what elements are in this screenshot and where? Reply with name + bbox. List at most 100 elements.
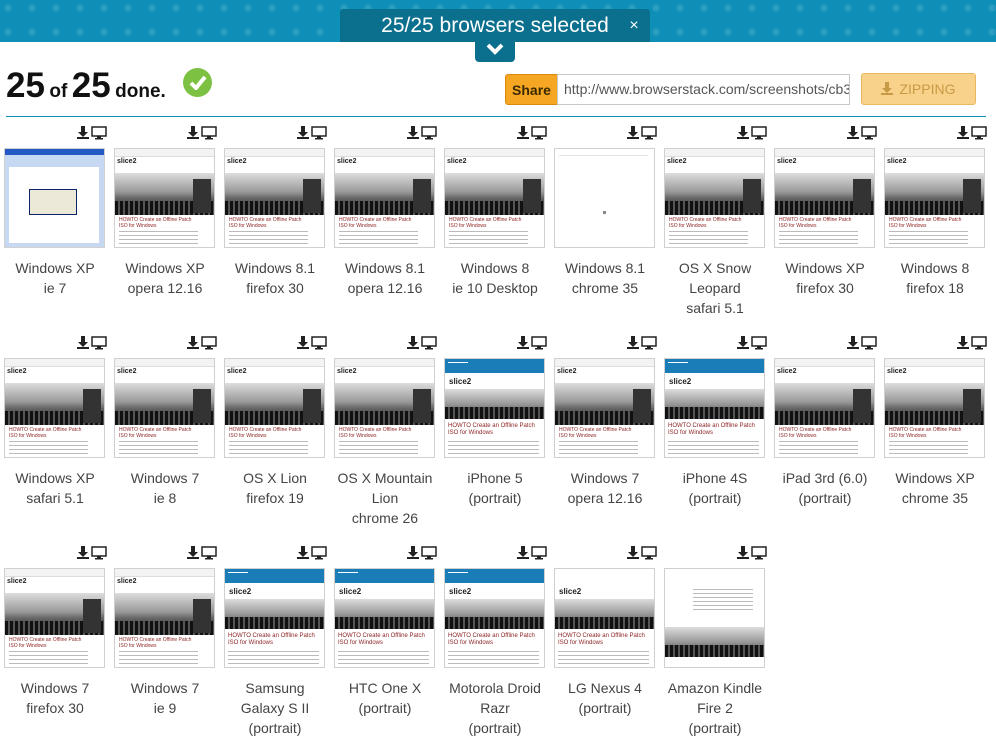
download-icon[interactable] — [187, 126, 199, 144]
monitor-icon[interactable] — [641, 546, 657, 565]
monitor-icon[interactable] — [751, 546, 767, 565]
download-icon[interactable] — [517, 546, 529, 564]
expand-toggle[interactable] — [475, 38, 515, 62]
monitor-icon[interactable] — [531, 336, 547, 355]
monitor-icon[interactable] — [421, 126, 437, 145]
download-icon[interactable] — [627, 336, 639, 354]
download-icon[interactable] — [957, 336, 969, 354]
screenshot-thumbnail[interactable]: slice2 HOWTO Create an Offline Patch ISO … — [444, 358, 545, 458]
monitor-icon[interactable] — [861, 126, 877, 145]
browser-label: Windows 7 ie 9 — [110, 678, 220, 718]
download-icon[interactable] — [407, 336, 419, 354]
screenshot-thumbnail[interactable] — [554, 148, 655, 248]
download-icon[interactable] — [407, 126, 419, 144]
browser-label-line1: Windows 8.1 — [564, 260, 646, 276]
thumb-logo: slice2 — [777, 368, 797, 375]
download-icon[interactable] — [297, 336, 309, 354]
download-icon[interactable] — [847, 336, 859, 354]
monitor-icon[interactable] — [311, 126, 327, 145]
zipping-button[interactable]: ZIPPING — [861, 73, 976, 105]
tile-controls — [405, 546, 437, 562]
screenshot-thumbnail[interactable]: slice2 HOWTO Create an Offline Patch ISO … — [224, 568, 325, 668]
share-url-field[interactable]: http://www.browserstack.com/screenshots/… — [557, 74, 850, 105]
download-icon[interactable] — [737, 126, 749, 144]
screenshot-thumbnail[interactable]: slice2 HOWTO Create an Offline Patch ISO … — [884, 358, 985, 458]
thumb-logo: slice2 — [887, 368, 907, 375]
screenshot-thumbnail[interactable]: slice2 HOWTO Create an Offline Patch ISO … — [4, 358, 105, 458]
screenshot-thumbnail[interactable]: slice2 HOWTO Create an Offline Patch ISO … — [554, 358, 655, 458]
download-icon[interactable] — [627, 126, 639, 144]
screenshot-thumbnail[interactable]: slice2 HOWTO Create an Offline Patch ISO … — [334, 568, 435, 668]
browser-label-line2: (portrait) — [578, 700, 632, 716]
monitor-icon[interactable] — [641, 336, 657, 355]
screenshot-thumbnail[interactable]: slice2 HOWTO Create an Offline Patch ISO … — [334, 148, 435, 248]
download-icon[interactable] — [77, 336, 89, 354]
share-button[interactable]: Share — [505, 74, 558, 105]
screenshot-thumbnail[interactable]: slice2 HOWTO Create an Offline Patch ISO … — [554, 568, 655, 668]
thumb-logo: slice2 — [667, 158, 687, 165]
monitor-icon[interactable] — [751, 126, 767, 145]
screenshot-tile: slice2 HOWTO Create an Offline Patch ISO … — [880, 334, 990, 534]
browser-label-line1: Windows XP — [785, 260, 865, 276]
monitor-icon[interactable] — [201, 546, 217, 565]
screenshot-thumbnail[interactable] — [664, 568, 765, 668]
monitor-icon[interactable] — [421, 546, 437, 565]
screenshot-thumbnail[interactable]: slice2 HOWTO Create an Offline Patch ISO … — [664, 358, 765, 458]
screenshot-thumbnail[interactable]: slice2 HOWTO Create an Offline Patch ISO … — [444, 148, 545, 248]
download-icon[interactable] — [847, 126, 859, 144]
monitor-icon[interactable] — [421, 336, 437, 355]
download-icon[interactable] — [297, 126, 309, 144]
screenshot-thumbnail[interactable]: slice2 HOWTO Create an Offline Patch ISO … — [664, 148, 765, 248]
browser-label-line2: (portrait) — [798, 490, 852, 506]
screenshot-thumbnail[interactable]: slice2 HOWTO Create an Offline Patch ISO … — [774, 358, 875, 458]
browser-label-line1: OS X Mountain — [337, 470, 433, 486]
screenshot-thumbnail[interactable]: slice2 HOWTO Create an Offline Patch ISO … — [224, 358, 325, 458]
screenshot-thumbnail[interactable]: slice2 HOWTO Create an Offline Patch ISO … — [4, 568, 105, 668]
download-icon[interactable] — [957, 126, 969, 144]
download-icon[interactable] — [297, 546, 309, 564]
monitor-icon[interactable] — [751, 336, 767, 355]
monitor-icon[interactable] — [531, 546, 547, 565]
download-icon[interactable] — [517, 126, 529, 144]
browser-label: Motorola Droid Razr (portrait) — [440, 678, 550, 738]
of-word: of — [49, 81, 68, 102]
screenshot-thumbnail[interactable]: slice2 HOWTO Create an Offline Patch ISO … — [334, 358, 435, 458]
monitor-icon[interactable] — [201, 336, 217, 355]
monitor-icon[interactable] — [861, 336, 877, 355]
browser-label-line2: ie 10 Desktop — [452, 280, 538, 296]
close-icon[interactable]: × — [624, 9, 644, 42]
monitor-icon[interactable] — [971, 126, 987, 145]
thumb-logo: slice2 — [117, 158, 137, 165]
monitor-icon[interactable] — [311, 336, 327, 355]
monitor-icon[interactable] — [201, 126, 217, 145]
monitor-icon[interactable] — [311, 546, 327, 565]
browser-label-line2: firefox 19 — [246, 490, 304, 506]
download-icon[interactable] — [77, 126, 89, 144]
screenshot-thumbnail[interactable]: slice2 HOWTO Create an Offline Patch ISO … — [884, 148, 985, 248]
download-icon[interactable] — [737, 546, 749, 564]
tile-controls — [515, 336, 547, 352]
screenshot-thumbnail[interactable]: slice2 HOWTO Create an Offline Patch ISO … — [114, 148, 215, 248]
download-icon[interactable] — [407, 546, 419, 564]
thumb-title: HOWTO Create an Offline Patch ISO for Wi… — [339, 217, 412, 229]
download-icon[interactable] — [187, 336, 199, 354]
screenshot-thumbnail[interactable]: slice2 HOWTO Create an Offline Patch ISO … — [114, 568, 215, 668]
download-icon[interactable] — [737, 336, 749, 354]
monitor-icon[interactable] — [91, 336, 107, 355]
download-icon[interactable] — [187, 546, 199, 564]
screenshot-thumbnail[interactable]: slice2 HOWTO Create an Offline Patch ISO … — [114, 358, 215, 458]
monitor-icon[interactable] — [641, 126, 657, 145]
monitor-icon[interactable] — [91, 126, 107, 145]
download-icon[interactable] — [517, 336, 529, 354]
screenshot-thumbnail[interactable]: slice2 HOWTO Create an Offline Patch ISO … — [774, 148, 875, 248]
screenshot-thumbnail[interactable] — [4, 148, 105, 248]
monitor-icon[interactable] — [91, 546, 107, 565]
browser-label-line1: Windows 7 — [570, 470, 640, 486]
download-icon[interactable] — [77, 546, 89, 564]
screenshot-thumbnail[interactable]: slice2 HOWTO Create an Offline Patch ISO … — [444, 568, 545, 668]
monitor-icon[interactable] — [971, 336, 987, 355]
download-icon[interactable] — [627, 546, 639, 564]
screenshot-thumbnail[interactable]: slice2 HOWTO Create an Offline Patch ISO … — [224, 148, 325, 248]
browser-label-line1: iPhone 4S — [682, 470, 748, 486]
monitor-icon[interactable] — [531, 126, 547, 145]
